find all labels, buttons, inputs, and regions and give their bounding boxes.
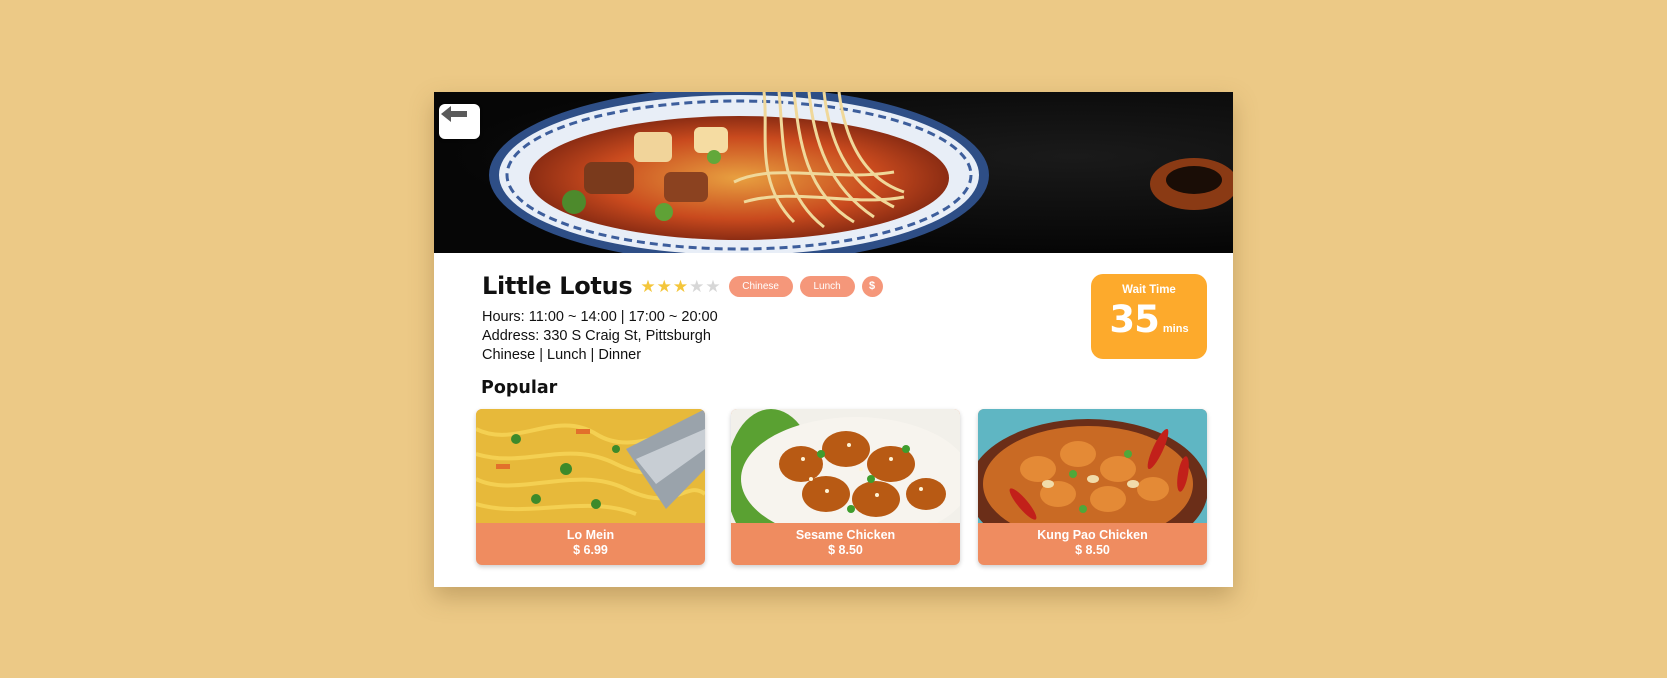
dish-image [476,409,705,523]
popular-title: Popular [481,378,558,398]
hero-image [434,92,1233,253]
dish-name: Lo Mein [566,528,615,542]
dish-name: Sesame Chicken [795,528,896,542]
arrow-left-icon [441,106,467,122]
dish-card-lo-mein[interactable]: Lo Mein $ 6.99 [476,409,705,565]
star-icon: ★ [640,276,656,296]
dish-price: $ 8.50 [1075,543,1110,557]
dish-name: Kung Pao Chicken [1037,528,1148,542]
wait-time-value: 35 [1109,298,1159,341]
rating-stars: ★ ★ ★ ★ ★ [640,278,721,295]
hours-text: Hours: 11:00 ~ 14:00 | 17:00 ~ 20:00 [482,309,718,325]
wait-time-unit: mins [1162,323,1189,335]
price-level-badge: $ [861,275,883,297]
star-icon: ★ [705,276,721,296]
tag-chinese[interactable]: Chinese [728,275,793,297]
back-button[interactable] [439,104,480,139]
dish-image [731,409,960,523]
dish-card-kung-pao-chicken[interactable]: Kung Pao Chicken $ 8.50 [978,409,1207,565]
restaurant-card: Little Lotus ★ ★ ★ ★ ★ Chinese Lunch $ H… [434,92,1233,587]
title-row: Little Lotus ★ ★ ★ ★ ★ Chinese Lunch $ [482,272,883,300]
address-text: Address: 330 S Craig St, Pittsburgh [482,328,711,344]
star-icon: ★ [656,276,672,296]
star-icon: ★ [672,276,689,296]
dish-image [978,409,1207,523]
wait-time-label: Wait Time [1122,284,1176,296]
star-icon: ★ [689,276,705,296]
dish-card-sesame-chicken[interactable]: Sesame Chicken $ 8.50 [731,409,960,565]
restaurant-name: Little Lotus [482,272,633,300]
wait-time-badge: Wait Time 35 mins [1091,274,1207,359]
dish-price: $ 8.50 [828,543,863,557]
dish-price: $ 6.99 [573,543,608,557]
tag-lunch[interactable]: Lunch [799,275,855,297]
categories-text: Chinese | Lunch | Dinner [482,347,642,363]
